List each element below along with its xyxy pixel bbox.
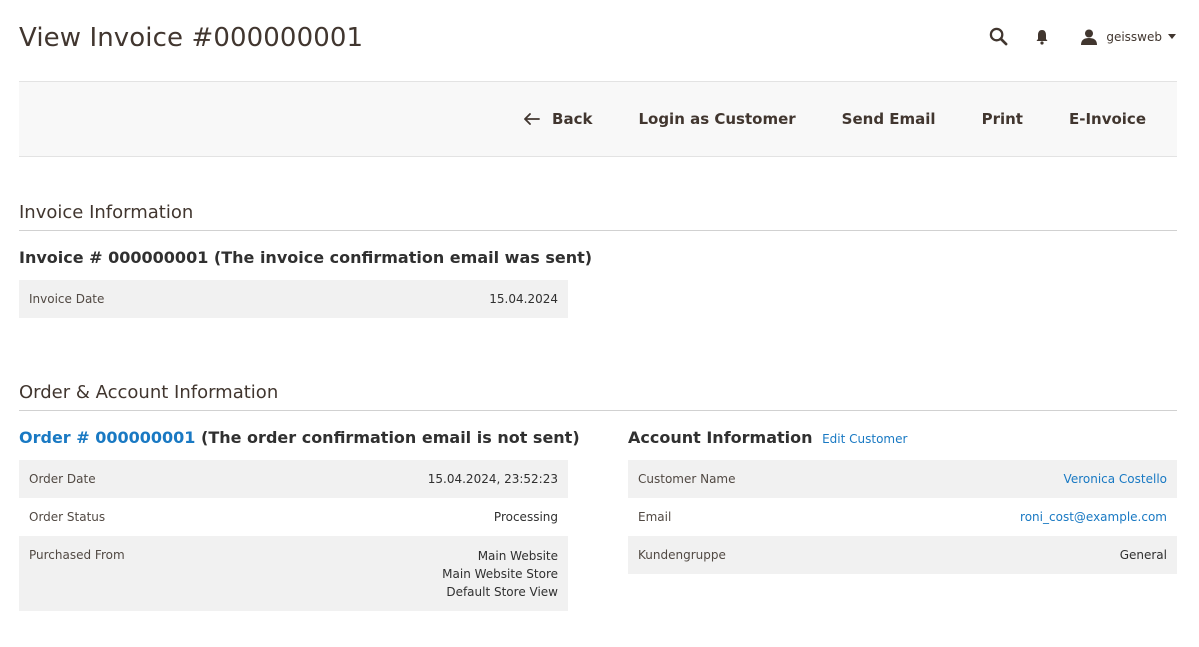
order-status-value: Processing xyxy=(493,510,558,524)
purchased-from-value: Main Website Main Website Store Default … xyxy=(258,536,568,611)
invoice-date-label: Invoice Date xyxy=(29,292,105,306)
account-info-column: Account Information Edit Customer Custom… xyxy=(628,411,1177,611)
invoice-date-value: 15.04.2024 xyxy=(489,292,558,306)
order-account-title: Order & Account Information xyxy=(19,382,1177,411)
order-account-columns: Order # 000000001 (The order confirmatio… xyxy=(19,411,1177,611)
order-date-value: 15.04.2024, 23:52:23 xyxy=(427,472,558,486)
email-label: Email xyxy=(638,510,672,524)
table-row: Customer Name Veronica Costello xyxy=(628,460,1177,498)
account-info-title: Account Information Edit Customer xyxy=(628,428,1177,447)
bell-icon[interactable] xyxy=(1032,27,1052,47)
table-row: Purchased From Main Website Main Website… xyxy=(19,536,568,611)
user-name: geissweb xyxy=(1106,29,1162,44)
store-name: Main Website Store xyxy=(442,567,558,581)
page-title: View Invoice #000000001 xyxy=(19,22,364,53)
order-email-status: (The order confirmation email is not sen… xyxy=(201,428,580,447)
email-link[interactable]: roni_cost@example.com xyxy=(1020,510,1167,524)
invoice-information-title: Invoice Information xyxy=(19,202,1177,231)
user-icon xyxy=(1080,29,1098,45)
edit-customer-link[interactable]: Edit Customer xyxy=(822,432,907,446)
invoice-information-section: Invoice Information Invoice # 000000001 … xyxy=(19,202,1177,318)
arrow-left-icon xyxy=(524,113,540,125)
website-name: Main Website xyxy=(477,549,558,563)
order-info-column: Order # 000000001 (The order confirmatio… xyxy=(19,411,580,611)
table-row: Order Status Processing xyxy=(19,498,568,536)
login-as-customer-button[interactable]: Login as Customer xyxy=(638,110,795,128)
invoice-number-title: Invoice # 000000001 (The invoice confirm… xyxy=(19,248,593,267)
table-row: Invoice Date 15.04.2024 xyxy=(19,280,568,318)
order-title: Order # 000000001 (The order confirmatio… xyxy=(19,428,580,447)
back-button-label: Back xyxy=(552,110,593,128)
user-menu[interactable]: geissweb xyxy=(1080,29,1176,45)
order-number-link[interactable]: Order # 000000001 xyxy=(19,428,195,447)
customer-name-label: Customer Name xyxy=(638,472,736,486)
page-actions-toolbar: Back Login as Customer Send Email Print … xyxy=(19,82,1177,157)
customer-group-value: General xyxy=(1119,548,1167,562)
header-actions: geissweb xyxy=(988,27,1176,47)
order-date-label: Order Date xyxy=(29,472,96,486)
send-email-button[interactable]: Send Email xyxy=(842,110,936,128)
store-view-name: Default Store View xyxy=(446,585,558,599)
order-status-label: Order Status xyxy=(29,510,106,524)
order-account-section: Order & Account Information Order # 0000… xyxy=(19,382,1177,611)
table-row: Order Date 15.04.2024, 23:52:23 xyxy=(19,460,568,498)
table-row: Email roni_cost@example.com xyxy=(628,498,1177,536)
e-invoice-button[interactable]: E-Invoice xyxy=(1069,110,1146,128)
caret-down-icon xyxy=(1168,34,1176,39)
invoice-view-page: View Invoice #000000001 geissweb Back Lo… xyxy=(0,0,1199,647)
back-button[interactable]: Back xyxy=(524,110,592,128)
customer-name-link[interactable]: Veronica Costello xyxy=(1064,472,1167,486)
purchased-from-label: Purchased From xyxy=(29,548,125,562)
invoice-info-table: Invoice Date 15.04.2024 xyxy=(19,280,568,318)
order-info-table: Order Date 15.04.2024, 23:52:23 Order St… xyxy=(19,460,568,611)
page-header: View Invoice #000000001 geissweb xyxy=(19,0,1177,82)
search-icon[interactable] xyxy=(988,27,1008,47)
print-button[interactable]: Print xyxy=(982,110,1023,128)
account-info-table: Customer Name Veronica Costello Email ro… xyxy=(628,460,1177,574)
account-info-heading: Account Information xyxy=(628,428,813,447)
table-row: Kundengruppe General xyxy=(628,536,1177,574)
customer-group-label: Kundengruppe xyxy=(638,548,726,562)
